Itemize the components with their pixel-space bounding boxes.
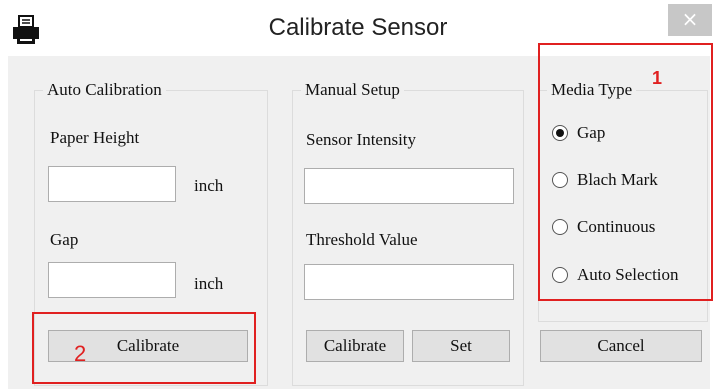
manual-setup-legend: Manual Setup: [301, 80, 404, 100]
gap-unit: inch: [194, 274, 224, 293]
close-button[interactable]: ×: [668, 4, 712, 36]
paper-height-input[interactable]: [48, 166, 176, 202]
calibrate-highlight-box: [32, 312, 256, 384]
window-title: Calibrate Sensor: [268, 14, 448, 41]
paper-height-unit: inch: [194, 176, 224, 195]
gap-input[interactable]: [48, 262, 176, 298]
manual-calibrate-button[interactable]: Calibrate: [306, 330, 404, 362]
sensor-intensity-input[interactable]: [304, 168, 514, 204]
close-icon: ×: [681, 7, 699, 31]
threshold-value-label: Threshold Value: [306, 230, 418, 249]
media-type-highlight-box: [538, 43, 713, 301]
cancel-button[interactable]: Cancel: [540, 330, 702, 362]
auto-calibration-legend: Auto Calibration: [43, 80, 166, 100]
sensor-intensity-label: Sensor Intensity: [306, 130, 417, 149]
gap-label: Gap: [50, 230, 79, 249]
paper-height-label: Paper Height: [50, 128, 140, 147]
threshold-value-input[interactable]: [304, 264, 514, 300]
annotation-marker-2: 2: [74, 341, 87, 366]
set-button[interactable]: Set: [412, 330, 510, 362]
annotation-marker-1: 1: [652, 68, 663, 88]
